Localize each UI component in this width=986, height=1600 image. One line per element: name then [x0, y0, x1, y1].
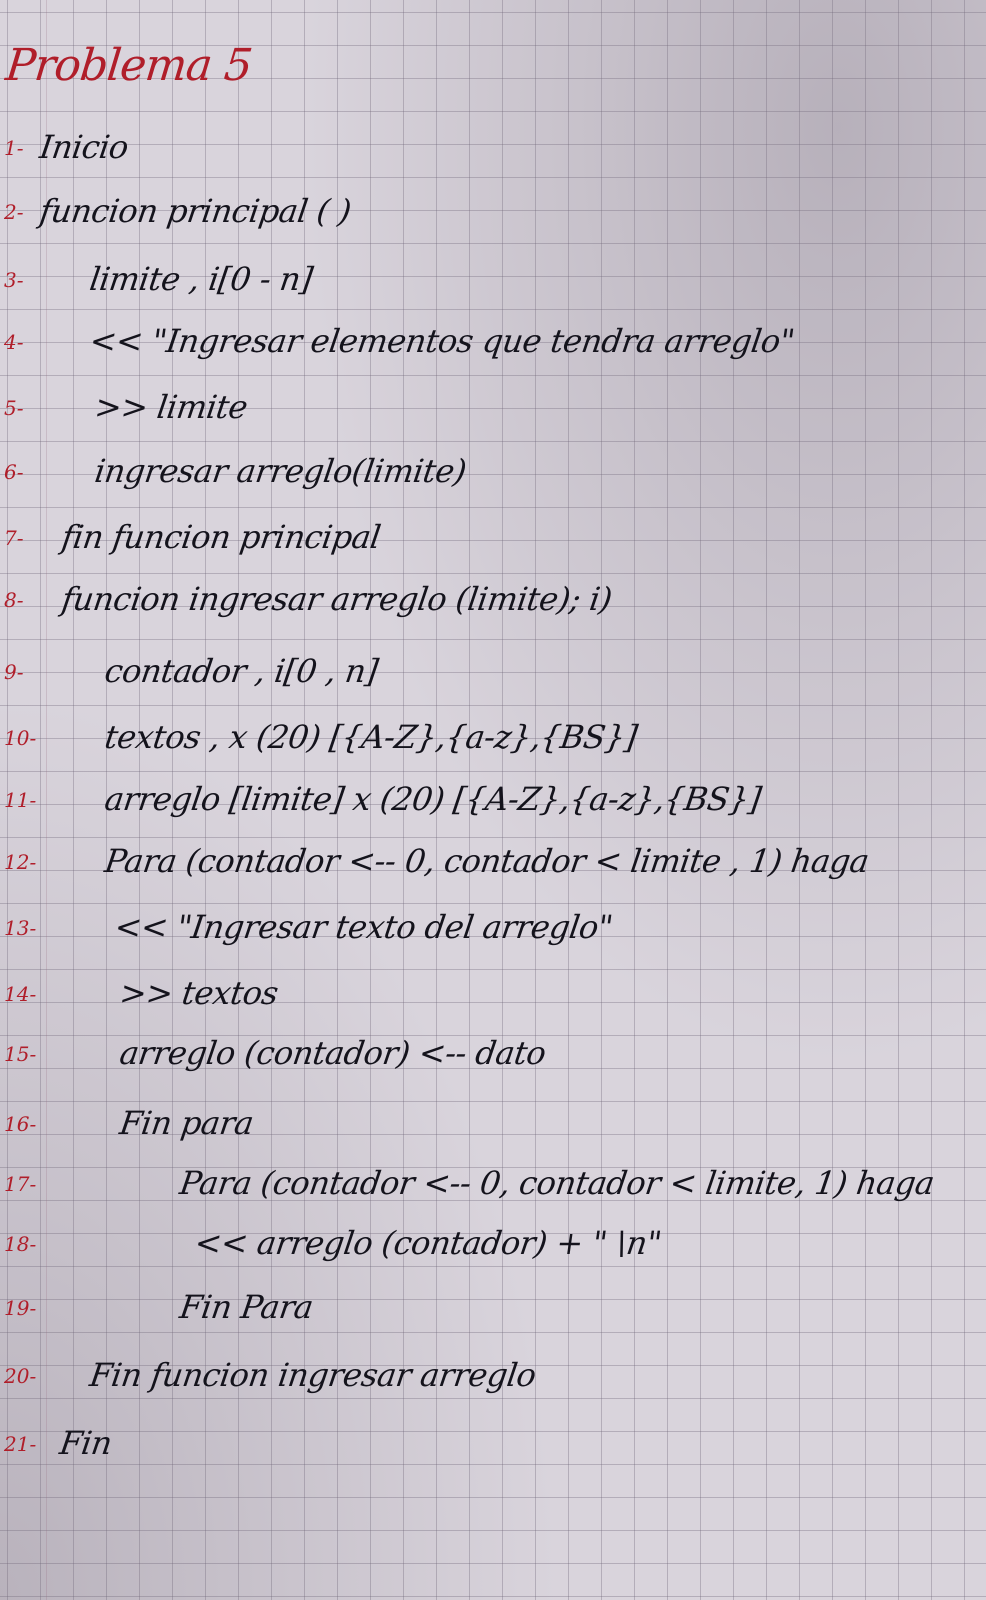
line-text: textos , x (20) [{A-Z},{a-z},{BS}] [102, 718, 640, 756]
code-line: 16- Fin para [0, 1104, 986, 1164]
line-number: 1- [4, 136, 24, 160]
line-number: 16- [4, 1112, 37, 1136]
line-number: 18- [4, 1232, 37, 1256]
line-text: arreglo (contador) <-- dato [117, 1034, 549, 1072]
line-text: contador , i[0 , n] [102, 652, 381, 690]
code-line: 3- limite , i[0 - n] [0, 260, 986, 320]
line-number: 9- [4, 660, 24, 684]
line-number: 13- [4, 916, 37, 940]
line-number: 14- [4, 982, 37, 1006]
line-number: 7- [4, 526, 24, 550]
line-text: funcion principal ( ) [37, 192, 354, 230]
code-line: 15- arreglo (contador) <-- dato [0, 1034, 986, 1094]
line-text: Fin para [117, 1104, 256, 1142]
page-title: Problema 5 [3, 40, 255, 91]
notebook-page: Problema 5 1- Inicio 2- funcion principa… [0, 0, 986, 1600]
line-text: >> limite [92, 388, 250, 426]
line-text: << "Ingresar texto del arreglo" [112, 908, 615, 946]
code-line: 1- Inicio [0, 128, 986, 188]
code-line: 6- ingresar arreglo(limite) [0, 452, 986, 512]
line-number: 4- [4, 330, 24, 354]
code-line: 13- << "Ingresar texto del arreglo" [0, 908, 986, 968]
code-line: 8- funcion ingresar arreglo (limite); i) [0, 580, 986, 640]
line-text: >> textos [117, 974, 281, 1012]
line-number: 5- [4, 396, 24, 420]
line-text: ingresar arreglo(limite) [92, 452, 469, 490]
line-text: fin funcion principal [59, 518, 383, 556]
line-number: 10- [4, 726, 37, 750]
line-text: Fin funcion ingresar arreglo [87, 1356, 539, 1394]
line-number: 8- [4, 588, 24, 612]
line-text: Para (contador <-- 0, contador < limite,… [177, 1164, 937, 1202]
line-number: 17- [4, 1172, 37, 1196]
code-line: 17- Para (contador <-- 0, contador < lim… [0, 1164, 986, 1224]
code-line: 5- >> limite [0, 388, 986, 448]
line-number: 21- [4, 1432, 37, 1456]
line-number: 6- [4, 460, 24, 484]
code-line: 18- << arreglo (contador) + " \n" [0, 1224, 986, 1284]
line-text: << "Ingresar elementos que tendra arregl… [87, 322, 797, 360]
code-line: 4- << "Ingresar elementos que tendra arr… [0, 322, 986, 382]
line-number: 19- [4, 1296, 37, 1320]
code-line: 9- contador , i[0 , n] [0, 652, 986, 712]
line-text: Fin [57, 1424, 115, 1462]
line-number: 12- [4, 850, 37, 874]
line-number: 3- [4, 268, 24, 292]
code-line: 14- >> textos [0, 974, 986, 1034]
line-text: arreglo [limite] x (20) [{A-Z},{a-z},{BS… [102, 780, 764, 818]
code-line: 20- Fin funcion ingresar arreglo [0, 1356, 986, 1416]
line-text: << arreglo (contador) + " \n" [192, 1224, 664, 1262]
line-text: Inicio [37, 128, 131, 166]
line-number: 20- [4, 1364, 37, 1388]
code-line: 21- Fin [0, 1424, 986, 1484]
line-number: 15- [4, 1042, 37, 1066]
line-text: limite , i[0 - n] [87, 260, 315, 298]
code-line: 19- Fin Para [0, 1288, 986, 1348]
code-line: 7- fin funcion principal [0, 518, 986, 578]
line-number: 2- [4, 200, 24, 224]
code-line: 2- funcion principal ( ) [0, 192, 986, 252]
code-line: 11- arreglo [limite] x (20) [{A-Z},{a-z}… [0, 780, 986, 840]
line-text: Fin Para [177, 1288, 316, 1326]
code-line: 10- textos , x (20) [{A-Z},{a-z},{BS}] [0, 718, 986, 778]
line-text: Para (contador <-- 0, contador < limite … [102, 842, 872, 880]
line-text: funcion ingresar arreglo (limite); i) [59, 580, 615, 618]
code-line: 12- Para (contador <-- 0, contador < lim… [0, 842, 986, 902]
line-number: 11- [4, 788, 37, 812]
